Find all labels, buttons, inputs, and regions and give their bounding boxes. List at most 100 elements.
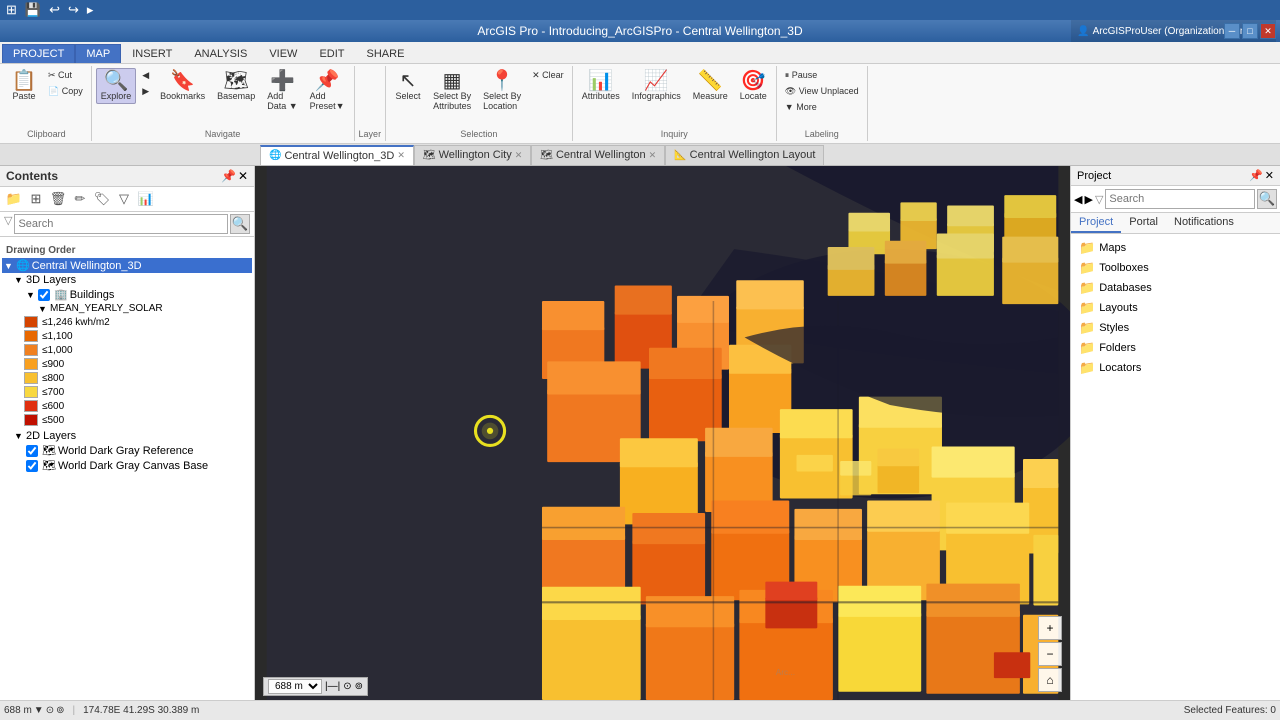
nav-prev-btn[interactable]: ◀: [138, 68, 153, 83]
filter-btn[interactable]: ▽: [114, 189, 134, 209]
more-btn[interactable]: ▼ More: [781, 100, 821, 114]
clear-btn[interactable]: ✕ Clear: [528, 68, 568, 83]
contents-close-btn[interactable]: ✕: [238, 169, 248, 183]
nav-next-btn[interactable]: ▶: [138, 84, 153, 99]
tab-view[interactable]: VIEW: [258, 44, 308, 63]
legend-color-1100: [24, 330, 38, 342]
measure-btn[interactable]: 📏 Measure: [688, 68, 733, 104]
contents-search-input[interactable]: [14, 214, 228, 234]
map-canvas[interactable]: Arc...: [255, 166, 1070, 700]
tree-2d-layers[interactable]: ▼ 2D Layers: [2, 429, 252, 443]
add-group-btn[interactable]: ⊞: [26, 189, 46, 209]
paste-btn[interactable]: 📋 Paste: [6, 68, 42, 104]
tree-map-root[interactable]: ▼ 🌐 Central Wellington_3D: [2, 258, 252, 273]
proj-item-layouts[interactable]: 📁 Layouts: [1075, 298, 1276, 318]
explore-btn[interactable]: 🔍 Explore: [96, 68, 137, 104]
bookmarks-btn[interactable]: 🔖 Bookmarks: [155, 68, 210, 104]
tree-solar-layer[interactable]: ▼ MEAN_YEARLY_SOLAR: [2, 302, 252, 315]
proj-item-folders[interactable]: 📁 Folders: [1075, 338, 1276, 358]
proj-back-btn[interactable]: ◀: [1074, 193, 1082, 206]
window-controls: ─ □ ✕: [1224, 23, 1276, 39]
minimize-btn[interactable]: ─: [1224, 23, 1240, 39]
proj-forward-btn[interactable]: ▶: [1084, 193, 1092, 206]
qa-run-btn[interactable]: ▸: [85, 2, 96, 18]
contents-pin-btn[interactable]: 📌: [221, 169, 236, 183]
remove-btn[interactable]: 🗑: [48, 189, 68, 209]
tree-world-dark-ref[interactable]: 🗺 World Dark Gray Reference: [2, 443, 252, 458]
scale-dropdown-icon[interactable]: ▼: [34, 705, 44, 716]
proj-item-databases[interactable]: 📁 Databases: [1075, 278, 1276, 298]
zoom-out-btn[interactable]: −: [1038, 642, 1062, 666]
select-by-loc-btn[interactable]: 📍 Select ByLocation: [478, 68, 526, 114]
add-folder-btn[interactable]: 📁: [4, 189, 24, 209]
cut-btn[interactable]: ✂ Cut: [44, 68, 87, 83]
edit-layer-btn[interactable]: ✏: [70, 189, 90, 209]
qa-save-btn[interactable]: 💾: [23, 2, 43, 18]
tab-share[interactable]: SHARE: [356, 44, 416, 63]
tab-project[interactable]: PROJECT: [2, 44, 75, 63]
expand-solar-icon[interactable]: ▼: [38, 304, 48, 314]
proj-item-styles[interactable]: 📁 Styles: [1075, 318, 1276, 338]
full-extent-btn[interactable]: ⌂: [1038, 668, 1062, 692]
scale-ext-btn[interactable]: ⊚: [56, 705, 64, 716]
qa-undo-btn[interactable]: ↩: [47, 2, 62, 18]
doc-tab-central-wellington[interactable]: 🗺 Central Wellington ✕: [531, 145, 665, 165]
doc-tab-close-cw[interactable]: ✕: [649, 150, 657, 161]
proj-tab-portal[interactable]: Portal: [1121, 213, 1166, 233]
expand-buildings-icon[interactable]: ▼: [26, 290, 36, 300]
add-data-btn[interactable]: ➕ AddData ▼: [262, 68, 302, 114]
tab-edit[interactable]: EDIT: [308, 44, 355, 63]
project-close-btn[interactable]: ✕: [1265, 169, 1274, 182]
qa-new-btn[interactable]: ⊞: [4, 2, 19, 18]
qa-redo-btn[interactable]: ↪: [66, 2, 81, 18]
doc-tab-wellington-city[interactable]: 🗺 Wellington City ✕: [414, 145, 531, 165]
world-dark-ref-checkbox[interactable]: [26, 445, 38, 457]
infographics-btn[interactable]: 📈 Infographics: [627, 68, 686, 104]
doc-tab-close-3d[interactable]: ✕: [397, 150, 405, 161]
add-preset-btn[interactable]: 📌 AddPreset▼: [305, 68, 350, 114]
tree-world-dark-canvas[interactable]: 🗺 World Dark Gray Canvas Base: [2, 458, 252, 473]
buildings-checkbox[interactable]: [38, 289, 50, 301]
expand-map-icon[interactable]: ▼: [4, 261, 14, 271]
doc-tab-close-wc[interactable]: ✕: [515, 150, 523, 161]
label-btn[interactable]: 🏷: [92, 189, 112, 209]
world-dark-canvas-checkbox[interactable]: [26, 460, 38, 472]
project-pin-btn[interactable]: 📌: [1249, 169, 1263, 182]
close-btn[interactable]: ✕: [1260, 23, 1276, 39]
basemap-btn[interactable]: 🗺 Basemap: [212, 68, 260, 104]
contents-search-btn[interactable]: 🔍: [230, 214, 250, 234]
tree-3d-layers[interactable]: ▼ 3D Layers: [2, 273, 252, 287]
doc-tab-central-wellington-3d[interactable]: 🌐 Central Wellington_3D ✕: [260, 145, 414, 165]
scale-snap-btn[interactable]: ⊙: [46, 705, 54, 716]
expand-2d-icon[interactable]: ▼: [14, 431, 24, 441]
tab-insert[interactable]: INSERT: [121, 44, 183, 63]
attributes-btn[interactable]: 📊 Attributes: [577, 68, 625, 104]
view-unplaced-btn[interactable]: 👁 View Unplaced: [781, 84, 863, 99]
map-area[interactable]: Arc... + − ⌂ 688 m |—| ⊙ ⊚: [255, 166, 1070, 700]
scale-icon-2[interactable]: ⊚: [355, 681, 363, 692]
proj-item-maps[interactable]: 📁 Maps: [1075, 238, 1276, 258]
selection-label: Selection: [390, 129, 568, 139]
proj-tab-notifications[interactable]: Notifications: [1166, 213, 1242, 233]
tab-map[interactable]: MAP: [75, 44, 121, 63]
chart-btn[interactable]: 📊: [136, 189, 156, 209]
tree-buildings[interactable]: ▼ 🏢 Buildings: [2, 287, 252, 302]
expand-3d-icon[interactable]: ▼: [14, 275, 24, 285]
proj-item-locators[interactable]: 📁 Locators: [1075, 358, 1276, 378]
styles-folder-icon: 📁: [1079, 320, 1095, 336]
scale-dropdown[interactable]: 688 m: [268, 679, 322, 694]
restore-btn[interactable]: □: [1242, 23, 1258, 39]
select-btn[interactable]: ↖ Select: [390, 68, 426, 104]
doc-tab-layout[interactable]: 📐 Central Wellington Layout: [665, 145, 824, 165]
pause-btn[interactable]: ⏸ Pause: [781, 68, 822, 83]
scale-icon-1[interactable]: ⊙: [343, 681, 351, 692]
tab-analysis[interactable]: ANALYSIS: [183, 44, 258, 63]
proj-item-toolboxes[interactable]: 📁 Toolboxes: [1075, 258, 1276, 278]
locate-btn[interactable]: 🎯 Locate: [735, 68, 772, 104]
project-search-btn[interactable]: 🔍: [1257, 189, 1277, 209]
proj-tab-project[interactable]: Project: [1071, 213, 1121, 233]
zoom-in-btn[interactable]: +: [1038, 616, 1062, 640]
project-search-input[interactable]: [1105, 189, 1255, 209]
select-by-attr-btn[interactable]: ▦ Select ByAttributes: [428, 68, 476, 114]
copy-btn[interactable]: 📄 Copy: [44, 84, 87, 99]
